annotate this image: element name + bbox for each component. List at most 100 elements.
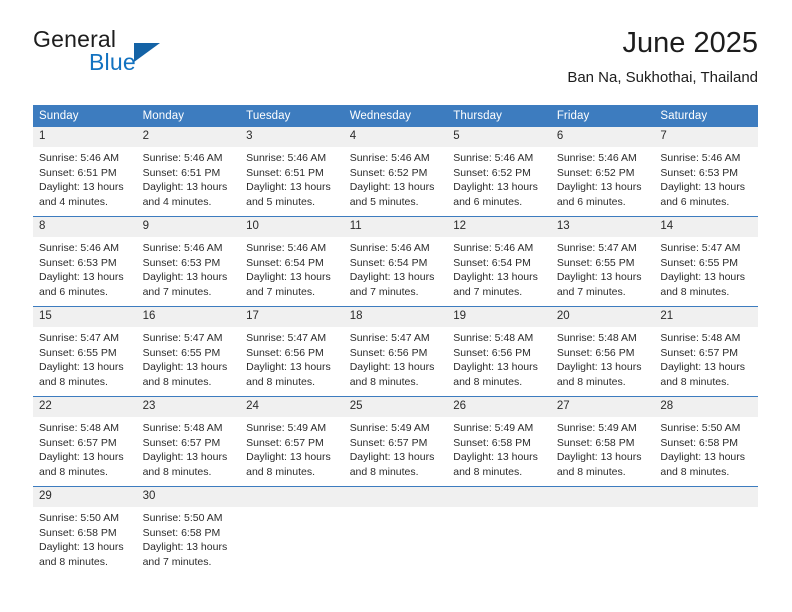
calendar-day-cell[interactable]: 16 Sunrise: 5:47 AM Sunset: 6:55 PM Dayligh… [136, 306, 241, 397]
sunrise-time: Sunrise: 5:47 AM [246, 332, 327, 344]
day-number: 23 [136, 397, 241, 417]
daylight-duration-line2: and 8 minutes. [246, 465, 316, 478]
calendar-day-cell[interactable]: 14 Sunrise: 5:47 AM Sunset: 6:55 PM Dayligh… [654, 216, 758, 307]
calendar-day-cell[interactable]: 1 Sunrise: 5:46 AM Sunset: 6:51 PM Daylight… [33, 127, 137, 217]
sunset-time: Sunset: 6:54 PM [453, 256, 531, 269]
calendar-day-cell[interactable]: 4 Sunrise: 5:46 AM Sunset: 6:52 PM Daylight… [343, 127, 448, 217]
sunrise-time: Sunrise: 5:49 AM [246, 422, 327, 434]
calendar-day-cell[interactable]: 6 Sunrise: 5:46 AM Sunset: 6:52 PM Daylight… [550, 127, 655, 217]
calendar-day-cell[interactable]: 19 Sunrise: 5:48 AM Sunset: 6:56 PM Dayligh… [447, 306, 551, 397]
sunset-time: Sunset: 6:53 PM [39, 256, 117, 269]
calendar-day-cell[interactable]: 26 Sunrise: 5:49 AM Sunset: 6:58 PM Dayligh… [447, 396, 551, 487]
day-details: Sunrise: 5:50 AM Sunset: 6:58 PM Daylight:… [654, 417, 758, 479]
daylight-duration-line2: and 8 minutes. [349, 465, 419, 478]
title-block: June 2025 Ban Na, Sukhothai, Thailand [567, 26, 758, 88]
brand-logo[interactable]: General Blue [33, 26, 263, 86]
day-cell-content: 6 Sunrise: 5:46 AM Sunset: 6:52 PM Daylight… [550, 127, 655, 216]
day-cell-content: 7 Sunrise: 5:46 AM Sunset: 6:53 PM Daylight… [654, 127, 758, 216]
weekday-header-monday: Monday [136, 105, 241, 127]
calendar-day-cell[interactable] [447, 486, 551, 576]
day-number [550, 487, 655, 507]
calendar-day-cell[interactable] [240, 486, 344, 576]
day-number: 25 [343, 397, 448, 417]
calendar-day-cell[interactable]: 17 Sunrise: 5:47 AM Sunset: 6:56 PM Dayligh… [240, 306, 344, 397]
day-number: 4 [343, 127, 448, 147]
sunrise-time: Sunrise: 5:46 AM [349, 152, 430, 164]
daylight-duration-line1: Daylight: 13 hours [556, 451, 642, 463]
calendar-day-cell[interactable]: 15 Sunrise: 5:47 AM Sunset: 6:55 PM Dayligh… [33, 306, 137, 397]
sunrise-time: Sunrise: 5:49 AM [556, 422, 637, 434]
calendar-day-cell[interactable]: 18 Sunrise: 5:47 AM Sunset: 6:56 PM Dayligh… [343, 306, 448, 397]
day-cell-content: 24 Sunrise: 5:49 AM Sunset: 6:57 PM Dayligh… [240, 397, 344, 486]
calendar-day-cell[interactable]: 25 Sunrise: 5:49 AM Sunset: 6:57 PM Dayligh… [343, 396, 448, 487]
daylight-duration-line1: Daylight: 13 hours [246, 451, 331, 463]
page-title: June 2025 [622, 27, 758, 59]
calendar-day-cell[interactable]: 28 Sunrise: 5:50 AM Sunset: 6:58 PM Dayligh… [654, 396, 758, 487]
sunrise-time: Sunrise: 5:46 AM [660, 152, 741, 164]
day-number: 11 [343, 217, 448, 237]
calendar-page: General Blue June 2025 Ban Na, Sukhothai… [0, 0, 792, 612]
calendar-week-row: 29 Sunrise: 5:50 AM Sunset: 6:58 PM Dayligh… [33, 486, 758, 576]
calendar-day-cell[interactable]: 9 Sunrise: 5:46 AM Sunset: 6:53 PM Daylight… [136, 216, 241, 307]
daylight-duration-line1: Daylight: 13 hours [246, 181, 331, 193]
daylight-duration-line2: and 8 minutes. [660, 285, 730, 298]
daylight-duration-line1: Daylight: 13 hours [39, 181, 124, 193]
sunset-time: Sunset: 6:57 PM [660, 346, 739, 359]
sunrise-time: Sunrise: 5:46 AM [556, 152, 637, 164]
calendar-day-cell[interactable]: 7 Sunrise: 5:46 AM Sunset: 6:53 PM Daylight… [654, 127, 758, 217]
day-cell-content: 18 Sunrise: 5:47 AM Sunset: 6:56 PM Dayligh… [343, 307, 448, 396]
daylight-duration-line2: and 8 minutes. [660, 465, 730, 478]
sunset-time: Sunset: 6:57 PM [142, 436, 221, 449]
calendar-day-cell[interactable]: 8 Sunrise: 5:46 AM Sunset: 6:53 PM Daylight… [33, 216, 137, 307]
day-details: Sunrise: 5:49 AM Sunset: 6:58 PM Daylight:… [447, 417, 551, 479]
calendar-day-cell[interactable]: 23 Sunrise: 5:48 AM Sunset: 6:57 PM Dayligh… [136, 396, 241, 487]
calendar-day-cell[interactable]: 22 Sunrise: 5:48 AM Sunset: 6:57 PM Dayligh… [33, 396, 137, 487]
daylight-duration-line2: and 7 minutes. [246, 285, 316, 298]
sunrise-time: Sunrise: 5:48 AM [142, 422, 223, 434]
triangle-logo-icon [134, 43, 160, 62]
day-details: Sunrise: 5:48 AM Sunset: 6:57 PM Daylight:… [137, 417, 241, 479]
sunset-time: Sunset: 6:56 PM [349, 346, 428, 359]
day-cell-content: 13 Sunrise: 5:47 AM Sunset: 6:55 PM Dayligh… [550, 217, 655, 306]
day-details: Sunrise: 5:49 AM Sunset: 6:58 PM Daylight:… [551, 417, 655, 479]
day-details: Sunrise: 5:46 AM Sunset: 6:53 PM Daylight:… [137, 237, 241, 299]
calendar-day-cell[interactable] [550, 486, 655, 576]
calendar-day-cell[interactable]: 27 Sunrise: 5:49 AM Sunset: 6:58 PM Dayligh… [550, 396, 655, 487]
daylight-duration-line1: Daylight: 13 hours [556, 181, 642, 193]
daylight-duration-line1: Daylight: 13 hours [453, 451, 538, 463]
calendar-day-cell[interactable]: 30 Sunrise: 5:50 AM Sunset: 6:58 PM Dayligh… [136, 486, 241, 576]
day-number [240, 487, 344, 507]
calendar-day-cell[interactable]: 2 Sunrise: 5:46 AM Sunset: 6:51 PM Daylight… [136, 127, 241, 217]
calendar-day-cell[interactable]: 5 Sunrise: 5:46 AM Sunset: 6:52 PM Daylight… [447, 127, 551, 217]
sunrise-time: Sunrise: 5:46 AM [39, 152, 119, 164]
calendar-day-cell[interactable] [654, 486, 758, 576]
day-details [447, 507, 551, 511]
day-cell-content: 30 Sunrise: 5:50 AM Sunset: 6:58 PM Dayligh… [136, 487, 241, 576]
daylight-duration-line2: and 7 minutes. [349, 285, 419, 298]
calendar-day-cell[interactable]: 10 Sunrise: 5:46 AM Sunset: 6:54 PM Dayligh… [240, 216, 344, 307]
sunrise-time: Sunrise: 5:48 AM [556, 332, 637, 344]
calendar-day-cell[interactable]: 24 Sunrise: 5:49 AM Sunset: 6:57 PM Dayligh… [240, 396, 344, 487]
daylight-duration-line1: Daylight: 13 hours [39, 361, 124, 373]
day-cell-content: 20 Sunrise: 5:48 AM Sunset: 6:56 PM Dayligh… [550, 307, 655, 396]
day-details: Sunrise: 5:46 AM Sunset: 6:54 PM Daylight:… [447, 237, 551, 299]
calendar-day-cell[interactable]: 12 Sunrise: 5:46 AM Sunset: 6:54 PM Dayligh… [447, 216, 551, 307]
sunrise-time: Sunrise: 5:49 AM [349, 422, 430, 434]
calendar-day-cell[interactable]: 13 Sunrise: 5:47 AM Sunset: 6:55 PM Dayligh… [550, 216, 655, 307]
day-number: 7 [654, 127, 758, 147]
sunset-time: Sunset: 6:55 PM [39, 346, 117, 359]
sunrise-time: Sunrise: 5:47 AM [556, 242, 637, 254]
day-cell-content [550, 487, 655, 576]
day-cell-content: 3 Sunrise: 5:46 AM Sunset: 6:51 PM Daylight… [240, 127, 344, 216]
sunrise-time: Sunrise: 5:46 AM [142, 242, 223, 254]
calendar-day-cell[interactable]: 20 Sunrise: 5:48 AM Sunset: 6:56 PM Dayligh… [550, 306, 655, 397]
day-details: Sunrise: 5:48 AM Sunset: 6:56 PM Daylight:… [447, 327, 551, 389]
calendar-day-cell[interactable]: 3 Sunrise: 5:46 AM Sunset: 6:51 PM Daylight… [240, 127, 344, 217]
day-details: Sunrise: 5:46 AM Sunset: 6:53 PM Daylight:… [33, 237, 137, 299]
daylight-duration-line2: and 7 minutes. [453, 285, 523, 298]
calendar-day-cell[interactable]: 29 Sunrise: 5:50 AM Sunset: 6:58 PM Dayligh… [33, 486, 137, 576]
calendar-day-cell[interactable]: 21 Sunrise: 5:48 AM Sunset: 6:57 PM Dayligh… [654, 306, 758, 397]
calendar-day-cell[interactable]: 11 Sunrise: 5:46 AM Sunset: 6:54 PM Dayligh… [343, 216, 448, 307]
day-number [447, 487, 551, 507]
calendar-day-cell[interactable] [343, 486, 448, 576]
